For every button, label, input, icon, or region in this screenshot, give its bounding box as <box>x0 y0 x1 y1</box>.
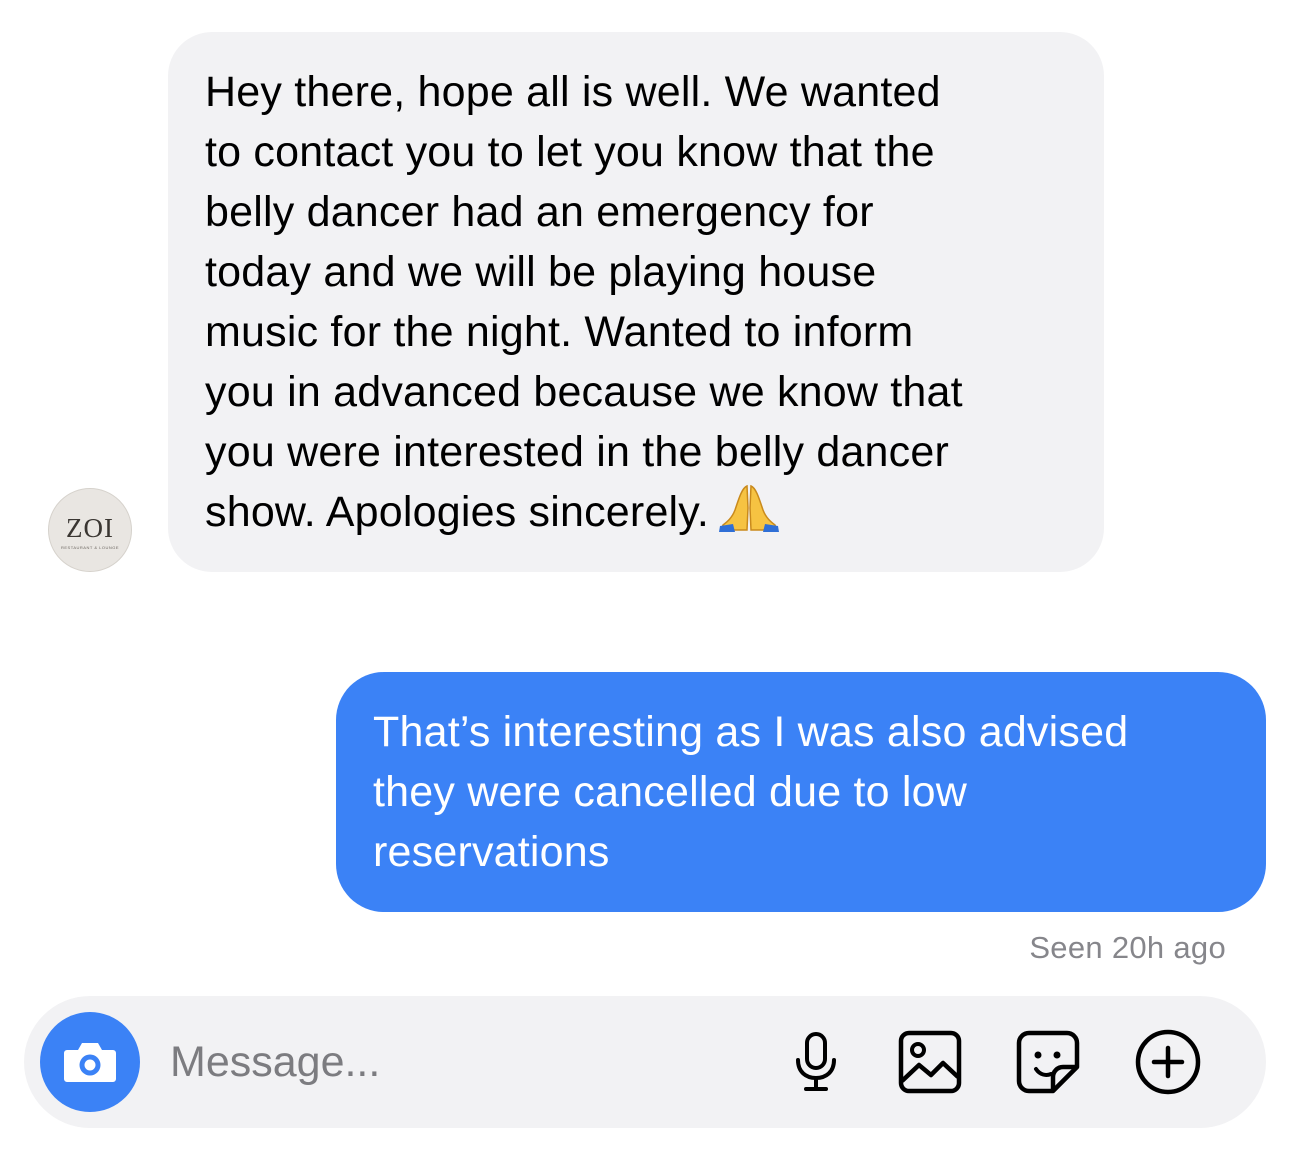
microphone-icon <box>796 1032 836 1091</box>
avatar-logo-subtext: RESTAURANT & LOUNGE <box>60 544 120 550</box>
incoming-message-bubble[interactable]: Hey there, hope all is well. We wanted t… <box>168 32 1104 572</box>
message-input[interactable] <box>170 1032 730 1092</box>
message-line: you were interested in the belly dancer <box>205 428 950 476</box>
message-line: you in advanced because we know that <box>205 368 963 416</box>
message-line: today and we will be playing house <box>205 248 877 296</box>
message-line: they were cancelled due to low <box>373 768 968 816</box>
camera-button[interactable] <box>40 1012 140 1112</box>
gallery-button[interactable] <box>894 1026 966 1098</box>
folded-hands-emoji-icon <box>718 484 779 532</box>
message-line: music for the night. Wanted to inform <box>205 308 914 356</box>
more-options-button[interactable] <box>1132 1026 1204 1098</box>
sticker-icon <box>1016 1030 1080 1094</box>
plus-icon <box>1135 1029 1201 1095</box>
sender-avatar[interactable]: ZOI RESTAURANT & LOUNGE <box>48 488 132 572</box>
message-composer <box>24 996 1266 1128</box>
message-line: Hey there, hope all is well. We wanted <box>205 68 941 116</box>
message-line: That’s interesting as I was also advised <box>373 708 1129 756</box>
message-line-last: show. Apologies sincerely. <box>205 482 1068 542</box>
gallery-icon <box>898 1030 962 1094</box>
camera-icon <box>64 1043 116 1082</box>
sticker-button[interactable] <box>1012 1026 1084 1098</box>
seen-status: Seen 20h ago <box>1029 930 1226 965</box>
message-line: reservations <box>373 828 610 876</box>
voice-message-button[interactable] <box>780 1026 852 1098</box>
message-line-text: show. Apologies sincerely. <box>205 488 709 536</box>
message-line: to contact you to let you know that the <box>205 128 935 176</box>
message-line: belly dancer had an emergency for <box>205 188 874 236</box>
outgoing-message-bubble[interactable]: That’s interesting as I was also advised… <box>336 672 1266 912</box>
avatar-logo-wordmark: ZOI <box>66 512 114 543</box>
